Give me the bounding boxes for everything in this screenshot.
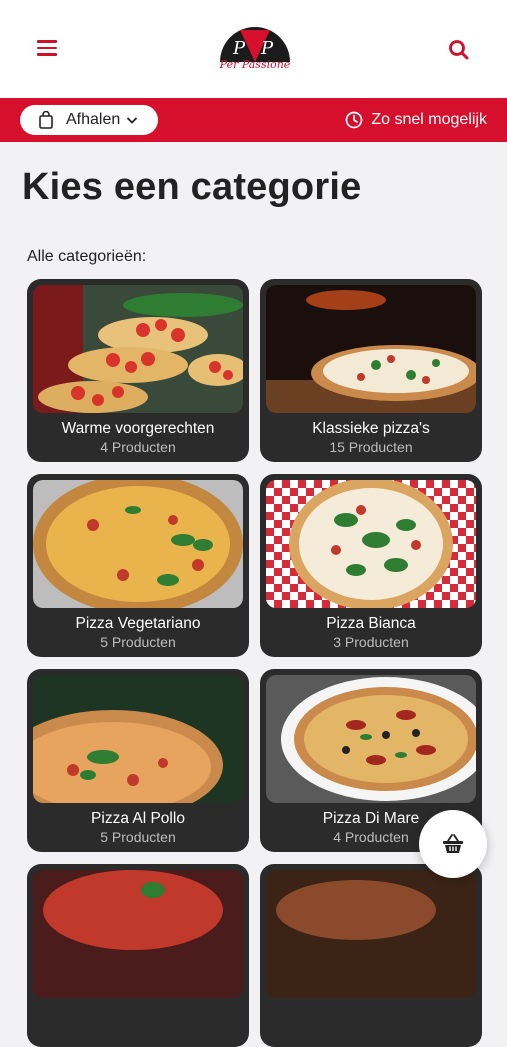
category-image <box>266 480 476 608</box>
category-product-count: 5 Producten <box>100 829 176 845</box>
cart-button[interactable] <box>419 810 487 878</box>
category-card[interactable] <box>260 864 482 1047</box>
category-card[interactable]: Pizza Al Pollo 5 Producten <box>27 669 249 852</box>
category-product-count: 5 Producten <box>100 634 176 650</box>
category-name: Pizza Vegetariano <box>75 615 201 632</box>
category-product-count: 4 Producten <box>100 439 176 455</box>
category-grid: Warme voorgerechten 4 Producten Klassiek… <box>0 0 507 1047</box>
category-card[interactable]: Warme voorgerechten 4 Producten <box>27 279 249 462</box>
category-card[interactable]: Pizza Vegetariano 5 Producten <box>27 474 249 657</box>
category-product-count: 15 Producten <box>329 439 413 455</box>
category-card[interactable] <box>27 864 249 1047</box>
category-image <box>33 675 243 803</box>
category-image <box>33 870 243 998</box>
category-image <box>33 480 243 608</box>
category-image <box>33 285 243 413</box>
category-image <box>266 675 476 803</box>
category-image <box>266 870 476 998</box>
category-product-count: 3 Producten <box>333 634 409 650</box>
category-name: Warme voorgerechten <box>61 420 215 437</box>
category-name: Pizza Al Pollo <box>91 810 185 827</box>
category-name: Pizza Bianca <box>326 615 416 632</box>
category-card[interactable]: Klassieke pizza's 15 Producten <box>260 279 482 462</box>
category-name: Klassieke pizza's <box>312 420 430 437</box>
category-card[interactable]: Pizza Bianca 3 Producten <box>260 474 482 657</box>
basket-icon <box>443 834 463 853</box>
category-image <box>266 285 476 413</box>
